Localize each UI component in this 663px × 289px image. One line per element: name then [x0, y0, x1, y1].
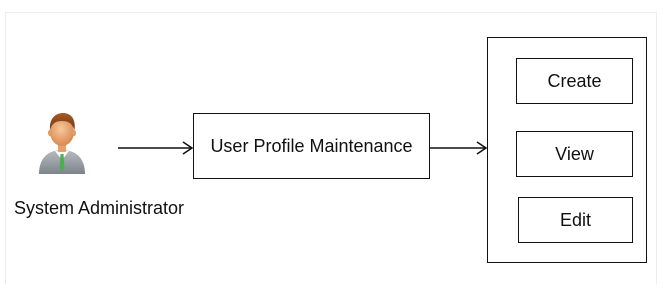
- operation-label-view: View: [555, 143, 594, 164]
- frame-border-left: [5, 12, 6, 284]
- process-label: User Profile Maintenance: [210, 135, 413, 156]
- user-avatar-icon: [36, 110, 88, 176]
- arrow-actor-to-process: [118, 141, 194, 155]
- operation-label-create: Create: [547, 70, 602, 91]
- frame-border-top: [5, 12, 657, 13]
- arrow-process-to-operations: [430, 141, 488, 155]
- operation-box-view: View: [516, 131, 633, 177]
- operation-box-edit: Edit: [518, 197, 633, 243]
- operation-box-create: Create: [516, 58, 633, 104]
- actor-label: System Administrator: [14, 198, 185, 218]
- process-box-user-profile-maintenance: User Profile Maintenance: [193, 113, 430, 179]
- frame-border-right: [656, 12, 657, 284]
- operation-label-edit: Edit: [559, 209, 592, 230]
- diagram-canvas: System Administrator User Profile Mainte…: [0, 0, 663, 289]
